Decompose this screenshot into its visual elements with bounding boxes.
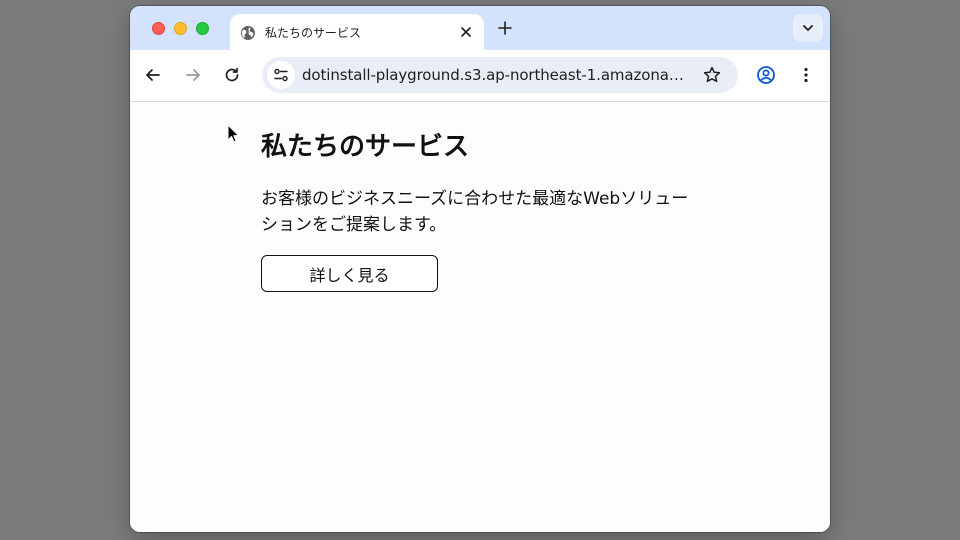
- tune-icon: [274, 68, 288, 82]
- kebab-menu-icon[interactable]: [796, 65, 816, 85]
- close-icon[interactable]: [458, 24, 474, 40]
- star-icon[interactable]: [702, 65, 722, 85]
- globe-icon: [241, 26, 255, 40]
- page-description: お客様のビジネスニーズに合わせた最適なWebソリューションをご提案します。: [261, 189, 689, 235]
- profile-icon[interactable]: [756, 65, 776, 85]
- browser-window: 私たちのサービス dotinstall-playground.s3.ap-nor…: [130, 6, 830, 532]
- minimize-window-button[interactable]: [174, 22, 187, 35]
- learn-more-button[interactable]: 詳しく見る: [261, 255, 438, 292]
- plus-icon[interactable]: [496, 19, 514, 37]
- url-text[interactable]: dotinstall-playground.s3.ap-northeast-1.…: [302, 66, 687, 84]
- page-title: 私たちのサービス: [261, 132, 470, 162]
- active-tab[interactable]: 私たちのサービス: [230, 14, 484, 50]
- tab-title: 私たちのサービス: [265, 26, 362, 40]
- close-window-button[interactable]: [152, 22, 165, 35]
- tab-search-button[interactable]: [793, 14, 823, 42]
- chevron-down-icon: [803, 25, 813, 31]
- maximize-window-button[interactable]: [196, 22, 209, 35]
- mouse-cursor-icon: [227, 124, 239, 143]
- page-content: 私たちのサービス お客様のビジネスニーズに合わせた最適なWebソリューションをご…: [130, 102, 830, 532]
- forward-arrow-icon[interactable]: [183, 65, 203, 85]
- site-info-button[interactable]: [267, 61, 295, 89]
- reload-icon[interactable]: [222, 65, 242, 85]
- back-arrow-icon[interactable]: [143, 65, 163, 85]
- toolbar: dotinstall-playground.s3.ap-northeast-1.…: [130, 50, 830, 102]
- address-bar[interactable]: dotinstall-playground.s3.ap-northeast-1.…: [262, 57, 738, 93]
- tab-strip: 私たちのサービス: [130, 6, 830, 50]
